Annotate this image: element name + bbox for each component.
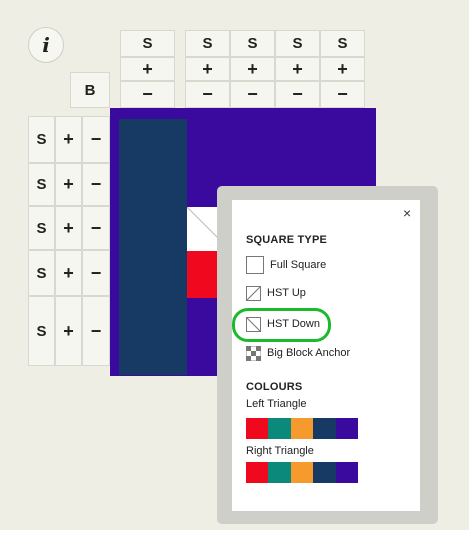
option-label: HST Up [267, 287, 306, 299]
colour-swatch[interactable] [313, 418, 336, 439]
option-label: Full Square [270, 259, 327, 271]
right-triangle-label: Right Triangle [246, 445, 314, 457]
row-3-add-button[interactable]: + [55, 206, 82, 250]
hst-up-icon [246, 285, 261, 301]
row-4-remove-button[interactable]: − [82, 250, 110, 296]
column-2-add-button[interactable]: + [185, 57, 230, 81]
row-5-size-button[interactable]: S [28, 296, 55, 366]
option-hst-up[interactable]: HST Up [246, 284, 306, 302]
row-2-remove-button[interactable]: − [82, 163, 110, 206]
info-icon: i [42, 33, 50, 57]
quilt-square-navy[interactable] [119, 119, 187, 375]
column-2-remove-button[interactable]: − [185, 81, 230, 108]
close-icon[interactable]: × [403, 205, 411, 221]
colour-swatch[interactable] [335, 462, 359, 483]
column-1-remove-button[interactable]: − [120, 81, 175, 108]
full-square-icon [246, 256, 264, 274]
colour-swatch[interactable] [268, 418, 291, 439]
column-4-size-button[interactable]: S [275, 30, 320, 57]
column-3-size-button[interactable]: S [230, 30, 275, 57]
column-4-remove-button[interactable]: − [275, 81, 320, 108]
colour-swatch[interactable] [268, 462, 291, 483]
checker-icon [246, 345, 261, 361]
square-type-heading: SQUARE TYPE [246, 234, 328, 246]
option-full-square[interactable]: Full Square [246, 256, 326, 274]
quilt-designer: i S + − S + − S + − S + − S + − B S + − … [0, 0, 469, 530]
info-button[interactable]: i [28, 27, 64, 63]
row-5-remove-button[interactable]: − [82, 296, 110, 366]
colours-heading: COLOURS [246, 381, 303, 393]
row-2-size-button[interactable]: S [28, 163, 55, 206]
colour-swatch[interactable] [335, 418, 359, 439]
option-label: Big Block Anchor [267, 347, 351, 359]
column-4-add-button[interactable]: + [275, 57, 320, 81]
column-1-add-button[interactable]: + [120, 57, 175, 81]
row-1-add-button[interactable]: + [55, 116, 82, 163]
column-5-remove-button[interactable]: − [320, 81, 365, 108]
column-3-remove-button[interactable]: − [230, 81, 275, 108]
column-1-size-button[interactable]: S [120, 30, 175, 57]
row-1-remove-button[interactable]: − [82, 116, 110, 163]
block-button[interactable]: B [70, 72, 110, 108]
colour-swatch[interactable] [313, 462, 336, 483]
column-2-size-button[interactable]: S [185, 30, 230, 57]
row-3-size-button[interactable]: S [28, 206, 55, 250]
column-3-add-button[interactable]: + [230, 57, 275, 81]
row-3-remove-button[interactable]: − [82, 206, 110, 250]
row-5-add-button[interactable]: + [55, 296, 82, 366]
row-1-size-button[interactable]: S [28, 116, 55, 163]
colour-swatch[interactable] [290, 462, 314, 483]
selection-highlight [232, 308, 331, 342]
column-5-size-button[interactable]: S [320, 30, 365, 57]
colour-swatch[interactable] [290, 418, 314, 439]
colour-swatch[interactable] [246, 462, 269, 483]
left-triangle-palette [246, 418, 359, 439]
right-triangle-palette [246, 462, 359, 483]
row-4-size-button[interactable]: S [28, 250, 55, 296]
row-2-add-button[interactable]: + [55, 163, 82, 206]
left-triangle-label: Left Triangle [246, 398, 307, 410]
column-5-add-button[interactable]: + [320, 57, 365, 81]
row-4-add-button[interactable]: + [55, 250, 82, 296]
option-big-block-anchor[interactable]: Big Block Anchor [246, 344, 350, 362]
colour-swatch[interactable] [246, 418, 269, 439]
